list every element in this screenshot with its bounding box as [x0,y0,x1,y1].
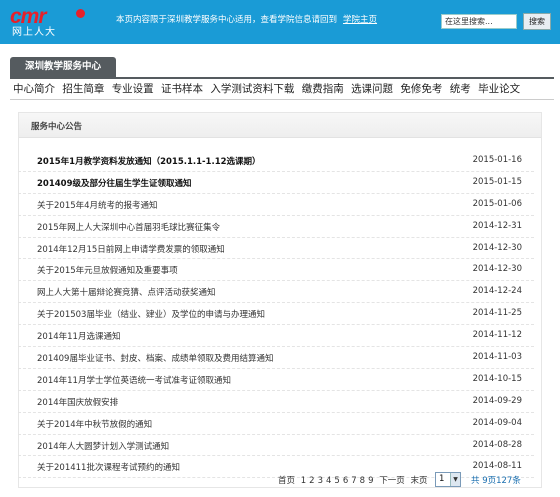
nav-item-thesis[interactable]: 毕业论文 [478,83,520,95]
page-link[interactable]: 5 [334,476,339,486]
header-notice: 本页内容限于深圳教学服务中心适用，查看学院信息请回到 学院主页 [116,14,377,26]
notice-title-link[interactable]: 网上人大第十届辩论赛竞猜、点评活动获奖通知 [37,286,216,298]
page-link[interactable]: 3 [318,476,323,486]
notice-date: 2014-11-12 [472,330,522,341]
logo-mark: cmr [10,5,47,28]
nav-item-admissions[interactable]: 招生简章 [62,83,104,95]
notice-date: 2014-09-04 [472,417,522,428]
nav-item-entrance-test[interactable]: 入学测试资料下载 [210,83,294,95]
notice-title-link[interactable]: 2014年国庆放假安排 [37,396,118,408]
page-number-list: 123456789 [301,476,380,486]
notice-title-link[interactable]: 2014年11月选课通知 [37,330,120,342]
notice-title-link[interactable]: 2014年11月学士学位英语统一考试准考证领取通知 [37,374,231,386]
main-nav: 中心简介 招生简章 专业设置 证书样本 入学测试资料下载 缴费指南 选课问题 免… [13,81,524,97]
page-link[interactable]: 1 [301,476,306,486]
first-page-link[interactable]: 首页 [278,476,295,486]
notice-title-link[interactable]: 201409级及部分往届生学生证领取通知 [37,177,192,189]
notice-date: 2015-01-15 [472,176,522,187]
notice-date: 2014-12-30 [472,242,522,253]
notice-date: 2014-11-25 [472,308,522,319]
notice-list: 2015年1月教学资料发放通知（2015.1.1-1.12选课期） 2015-01… [18,150,534,479]
next-page-link[interactable]: 下一页 [379,476,405,486]
notice-row: 2014年人大圆梦计划入学测试通知 2014-08-28 [18,435,534,457]
notice-date: 2014-08-28 [472,439,522,450]
notice-row: 2014年11月选课通知 2014-11-12 [18,325,534,348]
center-tab[interactable]: 深圳教学服务中心 [10,57,116,77]
nav-item-intro[interactable]: 中心简介 [13,83,55,95]
notice-row: 关于2015年4月统考的报考通知 2015-01-06 [18,194,534,216]
notice-title-link[interactable]: 2015年1月教学资料发放通知（2015.1.1-1.12选课期） [37,155,261,167]
page-link[interactable]: 2 [309,476,314,486]
notice-row: 2014年国庆放假安排 2014-09-29 [18,391,534,413]
search-button[interactable]: 搜索 [523,13,551,30]
notice-title-link[interactable]: 2014年12月15日前网上申请学费发票的领取通知 [37,243,225,255]
notice-title-link[interactable]: 关于201411批次课程考试预约的通知 [37,461,180,473]
notice-title-link[interactable]: 关于201503届毕业（结业、肄业）及学位的申请与办理通知 [37,308,265,320]
panel-title: 服务中心公告 [31,122,83,132]
logo-dot [76,9,85,18]
chevron-down-icon: ▼ [450,473,460,486]
notice-row: 关于2015年元旦放假通知及重要事项 2014-12-30 [18,259,534,282]
page-select-value: 1 [439,474,445,484]
nav-item-payment[interactable]: 缴费指南 [302,83,344,95]
notice-title-link[interactable]: 关于2015年4月统考的报考通知 [37,199,158,211]
notice-row: 201409届毕业证书、封皮、档案、成绩单领取及费用结算通知 2014-11-03 [18,347,534,369]
notice-title-link[interactable]: 2015年网上人大深圳中心首届羽毛球比赛征集令 [37,221,220,233]
notice-date: 2015-01-06 [472,198,522,209]
notice-row: 网上人大第十届辩论赛竞猜、点评活动获奖通知 2014-12-24 [18,281,534,304]
notice-date: 2015-01-16 [472,155,522,165]
notice-date: 2014-12-30 [472,264,522,275]
notice-row: 关于201503届毕业（结业、肄业）及学位的申请与办理通知 2014-11-25 [18,303,534,326]
college-home-link[interactable]: 学院主页 [343,15,377,25]
page-select[interactable]: 1 ▼ [435,472,461,487]
site-logo[interactable]: cmr 网上人大 [10,6,86,40]
header-bar: cmr 网上人大 本页内容限于深圳教学服务中心适用，查看学院信息请回到 学院主页 … [0,0,560,44]
page-link[interactable]: 7 [351,476,356,486]
logo-subtitle: 网上人大 [12,27,56,38]
search-input[interactable] [441,14,517,29]
nav-item-majors[interactable]: 专业设置 [112,83,154,95]
page-link[interactable]: 8 [360,476,365,486]
notice-title-link[interactable]: 2014年人大圆梦计划入学测试通知 [37,440,169,452]
nav-item-certificates[interactable]: 证书样本 [161,83,203,95]
nav-divider [10,99,554,100]
notice-row: 2014年12月15日前网上申请学费发票的领取通知 2014-12-30 [18,238,534,260]
header-notice-text: 本页内容限于深圳教学服务中心适用，查看学院信息请回到 [116,15,338,25]
notice-date: 2014-10-15 [472,373,522,384]
notice-row: 2015年网上人大深圳中心首届羽毛球比赛征集令 2014-12-31 [18,216,534,238]
notice-row: 2015年1月教学资料发放通知（2015.1.1-1.12选课期） 2015-01… [18,150,534,172]
last-page-link[interactable]: 末页 [410,476,427,486]
page-link[interactable]: 4 [326,476,331,486]
tab-underline [10,77,554,79]
nav-item-course-selection[interactable]: 选课问题 [351,83,393,95]
nav-item-unified-exam[interactable]: 统考 [450,83,471,95]
panel-header: 服务中心公告 [19,113,541,138]
notice-row: 201409级及部分往届生学生证领取通知 2015-01-15 [18,172,534,194]
notice-date: 2014-12-31 [472,220,522,231]
notice-title-link[interactable]: 关于2015年元旦放假通知及重要事项 [37,264,178,276]
notice-title-link[interactable]: 201409届毕业证书、封皮、档案、成绩单领取及费用结算通知 [37,352,273,364]
notice-row: 2014年11月学士学位英语统一考试准考证领取通知 2014-10-15 [18,369,534,391]
page-link[interactable]: 6 [343,476,348,486]
total-count: 共 9页127条 [471,476,521,486]
notice-row: 关于2014年中秋节放假的通知 2014-09-04 [18,413,534,435]
notice-date: 2014-09-29 [472,395,522,406]
page-link[interactable]: 9 [368,476,373,486]
notice-date: 2014-12-24 [472,286,522,297]
notice-date: 2014-08-11 [472,461,522,472]
nav-item-exemption[interactable]: 免修免考 [400,83,442,95]
notice-date: 2014-11-03 [472,352,522,363]
notice-title-link[interactable]: 关于2014年中秋节放假的通知 [37,418,152,430]
pagination: 首页 123456789 下一页 末页 [278,474,430,488]
